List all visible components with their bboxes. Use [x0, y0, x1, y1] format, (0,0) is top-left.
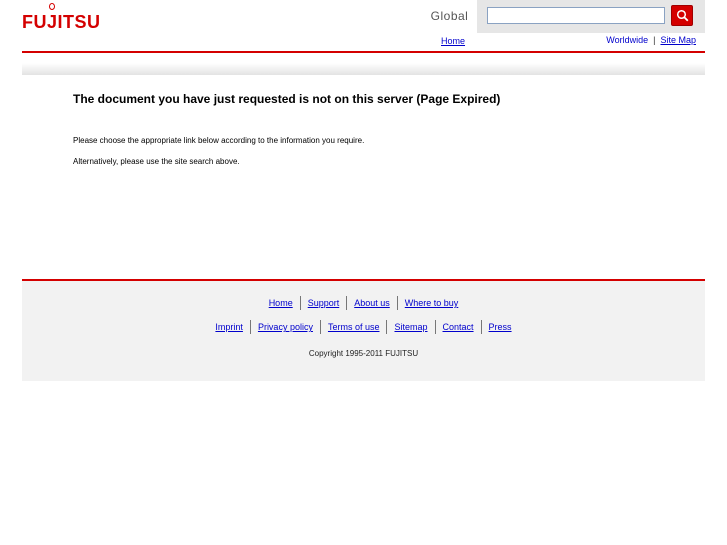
copyright-text: Copyright 1995-2011 FUJITSU — [308, 349, 419, 358]
logo-letter: J — [47, 12, 58, 32]
nav-home-link[interactable]: Home — [441, 36, 465, 46]
page-header: FU JITSU Global Home Worldwide | Site Map — [0, 0, 727, 53]
page-footer: Home Support About us Where to buy Imprint P… — [22, 279, 705, 381]
grey-band — [22, 63, 705, 75]
worldwide-link[interactable]: Worldwide — [606, 35, 648, 45]
footer-link-imprint[interactable]: Imprint — [208, 320, 250, 334]
footer-link-contact[interactable]: Contact — [434, 320, 481, 334]
logo-letter-j: J — [47, 3, 58, 33]
footer-link-where-to-buy[interactable]: Where to buy — [396, 296, 466, 310]
logo-text-start: FU — [22, 12, 47, 32]
footer-links-secondary: Imprint Privacy policy Terms of use Sitemap… — [22, 320, 705, 334]
instruction-text: Please choose the appropriate link below… — [73, 136, 365, 145]
page-title: The document you have just requested is … — [73, 92, 501, 106]
logo-text-end: ITSU — [57, 12, 101, 32]
search-icon — [676, 9, 688, 22]
footer-link-terms-of-use[interactable]: Terms of use — [319, 320, 387, 334]
alternative-text: Alternatively, please use the site searc… — [73, 157, 240, 166]
footer-link-home[interactable]: Home — [262, 296, 300, 310]
footer-links-primary: Home Support About us Where to buy — [22, 296, 705, 310]
footer-link-press[interactable]: Press — [480, 320, 519, 334]
footer-link-about-us[interactable]: About us — [346, 296, 397, 310]
nav-separator: | — [653, 35, 656, 45]
search-button[interactable] — [671, 5, 693, 26]
search-input[interactable] — [487, 7, 665, 24]
header-right-nav: Worldwide | Site Map — [606, 35, 696, 45]
global-tab-label: Global — [422, 0, 477, 33]
footer-link-privacy-policy[interactable]: Privacy policy — [249, 320, 320, 334]
search-area — [477, 0, 705, 33]
footer-link-sitemap[interactable]: Sitemap — [386, 320, 434, 334]
main-content: The document you have just requested is … — [73, 92, 693, 166]
site-map-link[interactable]: Site Map — [660, 35, 696, 45]
header-divider — [22, 51, 705, 53]
fujitsu-logo[interactable]: FU JITSU — [22, 3, 101, 33]
logo-infinity-mark — [49, 3, 56, 10]
footer-link-support[interactable]: Support — [299, 296, 347, 310]
